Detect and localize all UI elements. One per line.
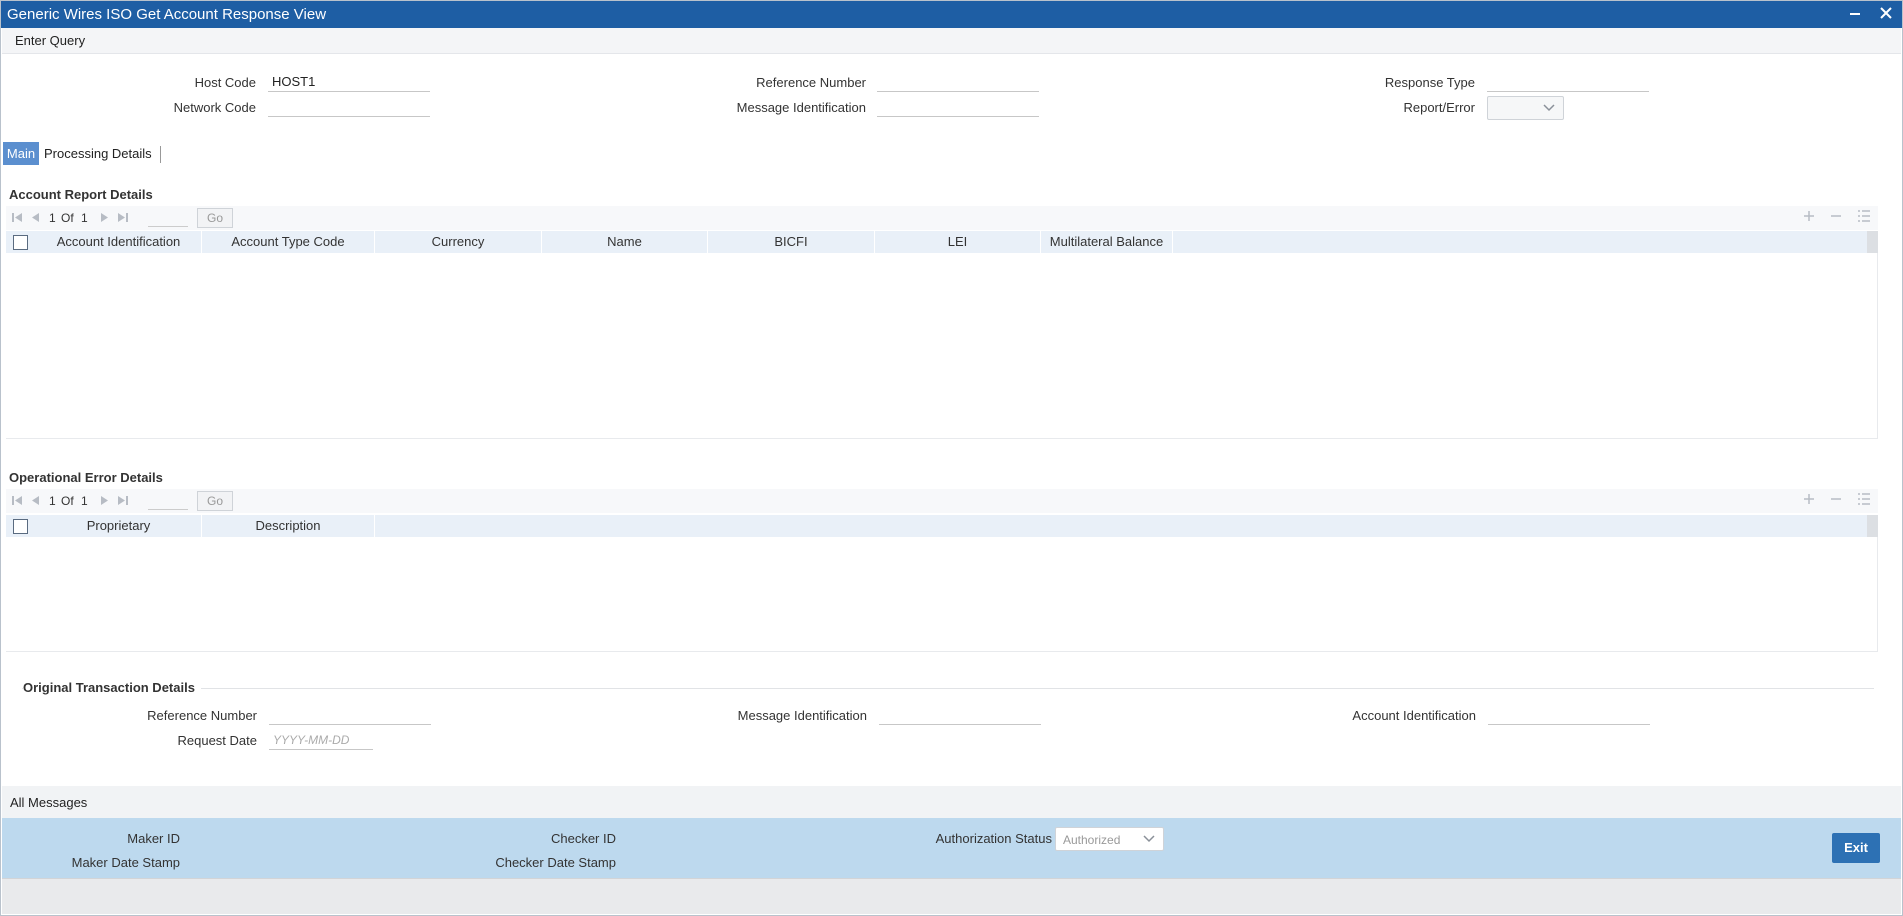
operational-error-grid-header: Proprietary Description [6,515,1878,537]
message-identification-label: Message Identification [736,100,866,115]
operational-error-pager: 1 Of 1 Go [6,489,1878,513]
chevron-down-icon [1543,101,1555,113]
previous-page-icon[interactable] [30,495,41,509]
column-header[interactable]: Account Type Code [202,231,375,253]
account-identification-input[interactable] [1488,705,1650,725]
tab-processing-details[interactable]: Processing Details [44,142,152,165]
authorization-status-label: Authorization Status [935,831,1052,846]
network-code-input[interactable] [268,97,430,117]
original-transaction-title: Original Transaction Details [23,680,201,695]
enter-query-button[interactable]: Enter Query [15,33,85,48]
checker-id-label: Checker ID [550,831,616,846]
request-date-label: Request Date [177,733,258,748]
audit-footer: Maker ID Maker Date Stamp Checker ID Che… [2,818,1901,878]
response-type-input[interactable] [1487,72,1649,92]
section-divider [22,688,1874,689]
last-page-icon[interactable] [117,495,128,509]
response-type-label: Response Type [1384,75,1475,90]
page-total: 1 [81,211,88,225]
message-identification-input[interactable] [877,97,1039,117]
report-error-select[interactable] [1487,96,1564,120]
next-page-icon[interactable] [99,212,110,226]
exit-button[interactable]: Exit [1832,833,1880,863]
host-code-label: Host Code [194,75,256,90]
page-number-input[interactable] [148,209,188,227]
page-current: 1 [49,494,56,508]
tab-main[interactable]: Main [3,142,39,165]
single-view-icon[interactable] [1857,209,1871,228]
delete-row-icon[interactable] [1829,209,1843,228]
all-messages-link[interactable]: All Messages [10,795,87,810]
orig-message-identification-label: Message Identification [737,708,867,723]
column-header[interactable]: Proprietary [36,515,202,537]
authorization-status-value: Authorized [1063,833,1121,847]
first-page-icon[interactable] [12,495,23,509]
account-report-grid-body [6,253,1878,439]
reference-number-input[interactable] [877,72,1039,92]
network-code-label: Network Code [173,100,256,115]
page-current: 1 [49,211,56,225]
account-report-grid-header: Account Identification Account Type Code… [6,231,1878,253]
add-row-icon[interactable] [1802,492,1816,511]
last-page-icon[interactable] [117,212,128,226]
minimize-icon[interactable] [1845,4,1865,24]
select-all-checkbox[interactable] [13,235,28,250]
page-of-label: Of [61,211,74,225]
all-messages-bar: All Messages [2,786,1901,818]
window-border [0,0,1903,916]
operational-error-scrollbar[interactable] [1867,515,1878,537]
orig-reference-number-label: Reference Number [147,708,257,723]
authorization-status-select[interactable]: Authorized [1055,827,1164,851]
column-header[interactable]: Account Identification [36,231,202,253]
checker-date-stamp-label: Checker Date Stamp [495,855,616,870]
column-header[interactable]: Description [202,515,375,537]
page-of-label: Of [61,494,74,508]
column-header[interactable]: LEI [875,231,1041,253]
orig-reference-number-input[interactable] [269,705,431,725]
column-header[interactable]: Multilateral Balance [1041,231,1173,253]
account-report-title: Account Report Details [9,187,153,202]
status-bar [2,878,1901,914]
next-page-icon[interactable] [99,495,110,509]
window-title: Generic Wires ISO Get Account Response V… [7,6,327,23]
single-view-icon[interactable] [1857,492,1871,511]
tab-divider [160,146,161,163]
account-report-pager: 1 Of 1 Go [6,206,1878,230]
page-number-input[interactable] [148,492,188,510]
page-total: 1 [81,494,88,508]
close-icon[interactable] [1876,4,1896,24]
account-identification-label: Account Identification [1352,708,1476,723]
column-header[interactable]: Currency [375,231,542,253]
previous-page-icon[interactable] [30,212,41,226]
request-date-input[interactable] [269,730,373,750]
delete-row-icon[interactable] [1829,492,1843,511]
window-title-bar: Generic Wires ISO Get Account Response V… [0,0,1903,28]
column-header[interactable]: Name [542,231,708,253]
chevron-down-icon [1143,832,1155,844]
orig-message-identification-input[interactable] [879,705,1041,725]
reference-number-label: Reference Number [756,75,866,90]
go-button[interactable]: Go [197,208,233,228]
add-row-icon[interactable] [1802,209,1816,228]
operational-error-grid-body [6,537,1878,652]
go-button[interactable]: Go [197,491,233,511]
first-page-icon[interactable] [12,212,23,226]
column-header[interactable]: BICFI [708,231,875,253]
maker-id-label: Maker ID [127,831,180,846]
report-error-label: Report/Error [1403,100,1475,115]
query-toolbar: Enter Query [2,28,1901,54]
select-all-checkbox[interactable] [13,519,28,534]
maker-date-stamp-label: Maker Date Stamp [71,855,180,870]
account-report-scrollbar[interactable] [1867,231,1878,253]
host-code-input[interactable] [268,72,430,92]
operational-error-title: Operational Error Details [9,470,163,485]
